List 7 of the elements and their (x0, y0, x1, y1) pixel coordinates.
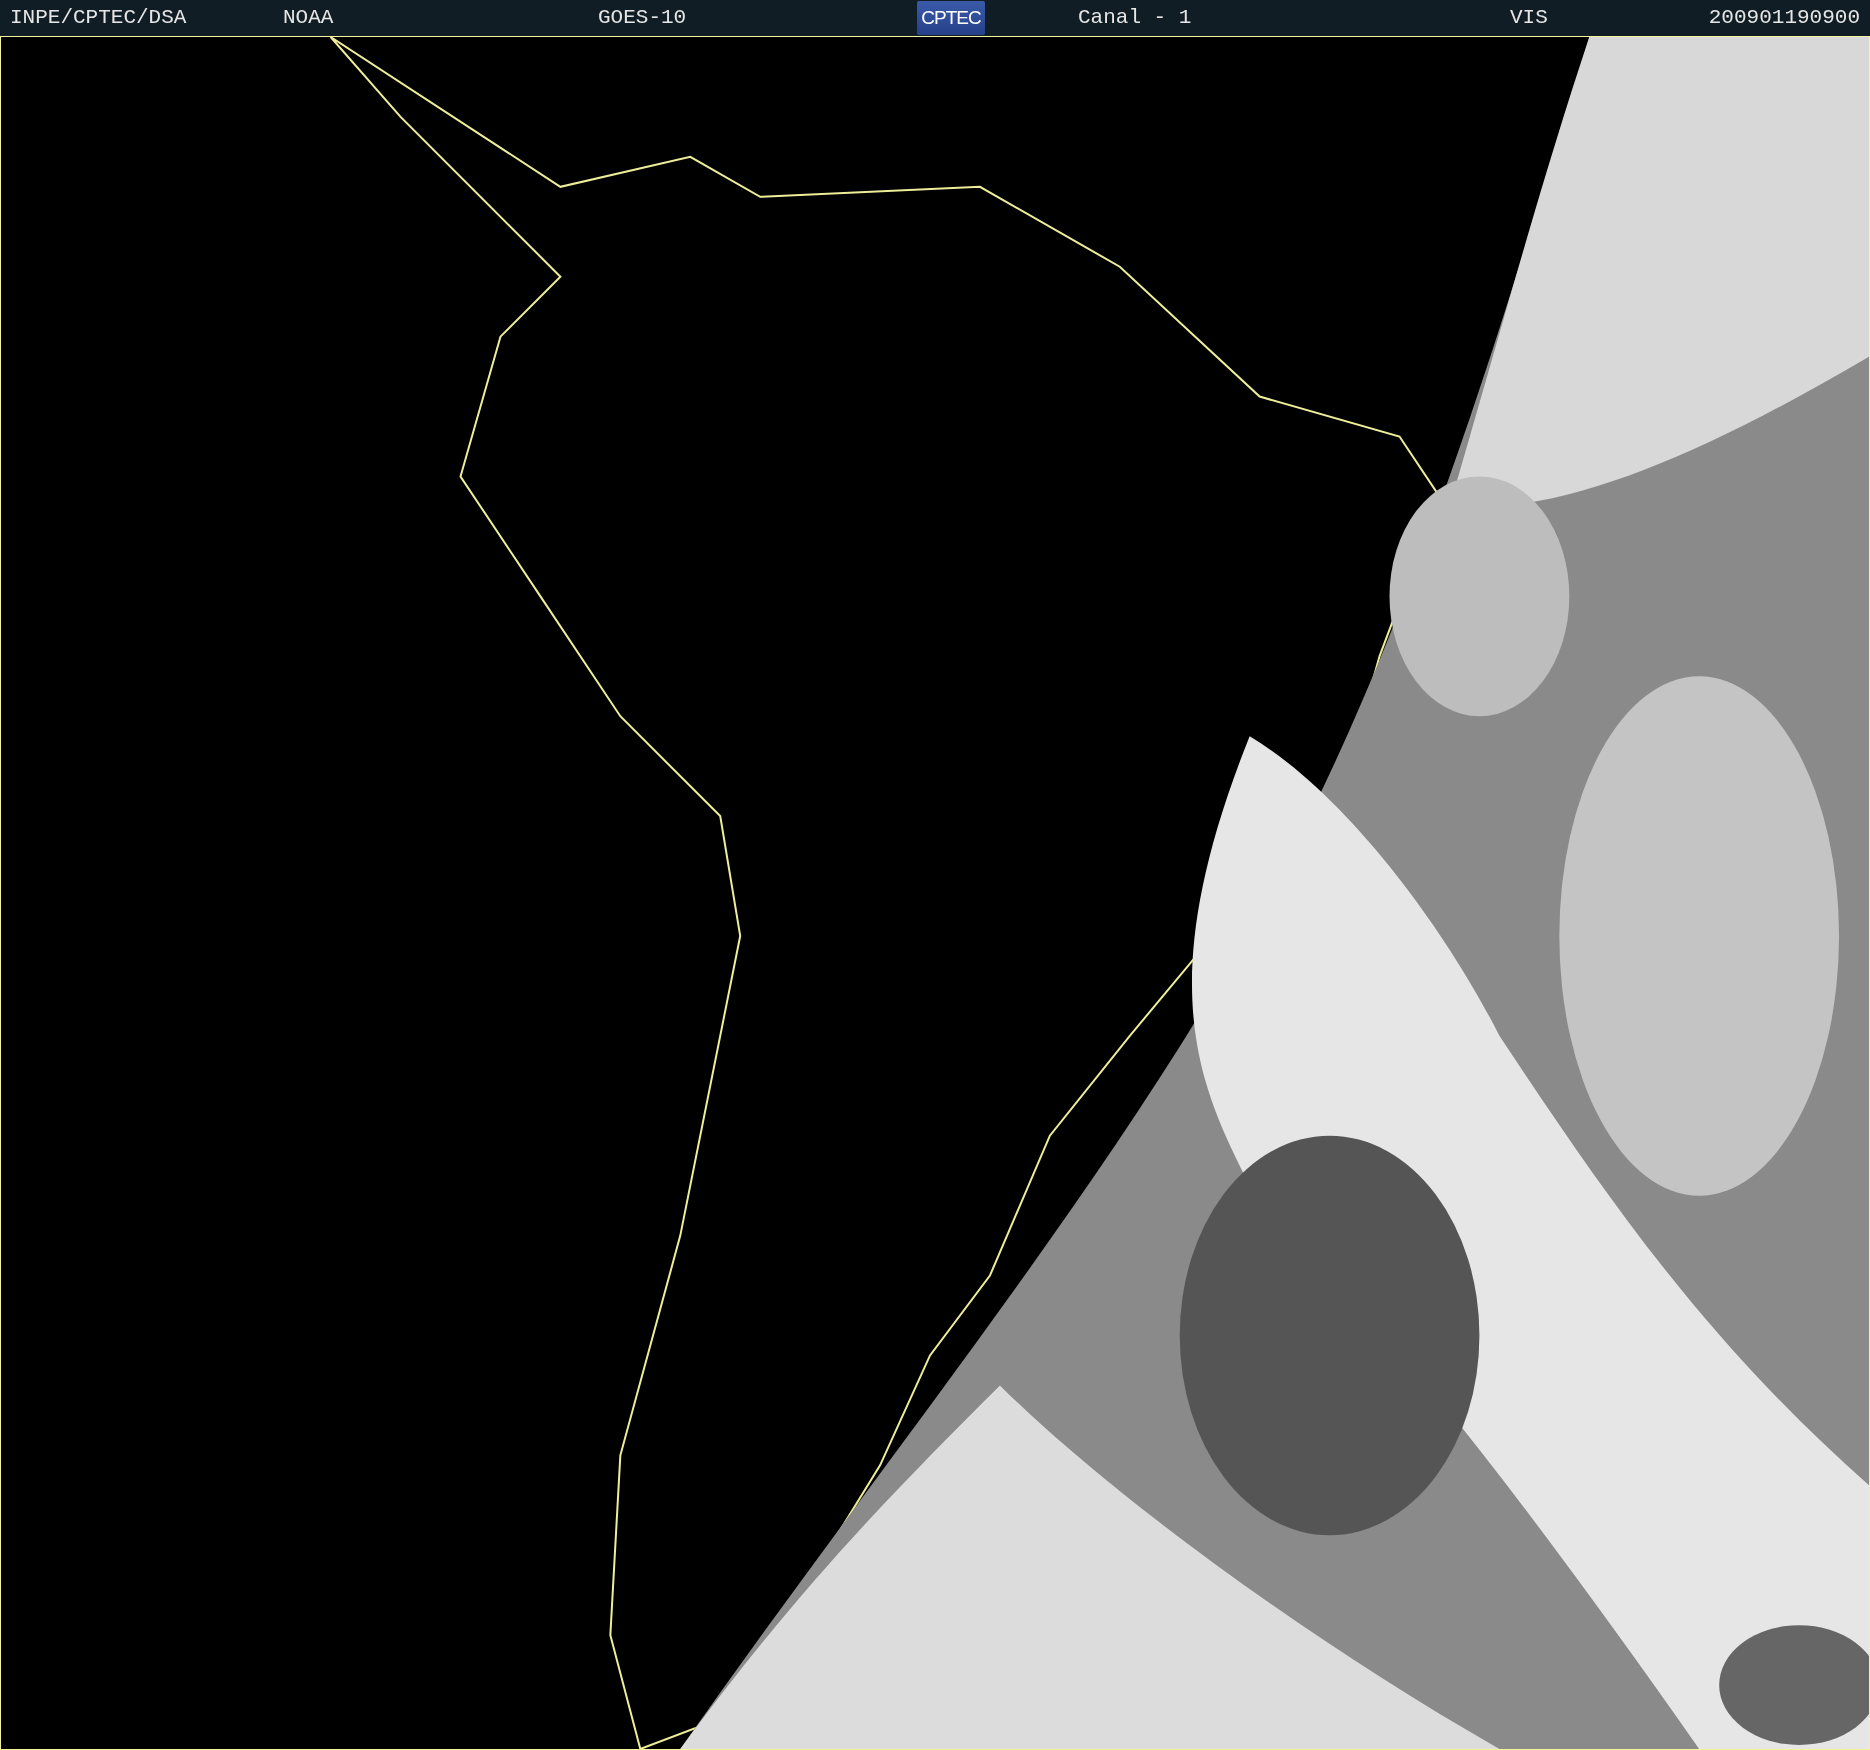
logo: CPTEC (917, 1, 985, 35)
header-label: NOAA (283, 5, 335, 32)
header-label: VIS (1510, 5, 1549, 32)
header-label: GOES-10 (598, 5, 688, 32)
header-label: Canal - 1 (1078, 5, 1193, 32)
header-label: 200901190900 (1708, 5, 1860, 32)
header-label: INPE/CPTEC/DSA (10, 5, 188, 32)
